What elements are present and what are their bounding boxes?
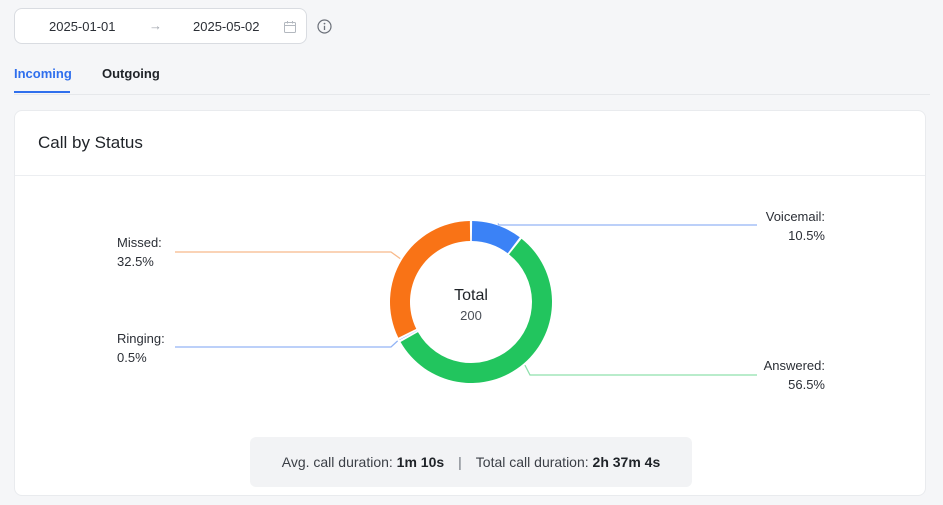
answered-label: Answered: 56.5%: [715, 356, 825, 394]
summary-separator: |: [458, 454, 462, 470]
arrow-right-icon: →: [149, 18, 162, 33]
voicemail-value: 10.5%: [788, 228, 825, 243]
active-tab-indicator: [14, 91, 70, 93]
total-duration-value: 2h 37m 4s: [592, 454, 661, 470]
tab-outgoing[interactable]: Outgoing: [102, 66, 160, 81]
date-range-picker[interactable]: 2025-01-01 → 2025-05-02: [14, 8, 307, 44]
call-duration-summary: Avg. call duration: 1m 10s | Total call …: [250, 437, 692, 487]
direction-tabs: Incoming Outgoing: [14, 62, 930, 95]
ringing-name: Ringing:: [117, 331, 165, 346]
donut-center-title: Total: [454, 287, 488, 304]
avg-duration-value: 1m 10s: [396, 454, 445, 470]
answered-name: Answered:: [763, 358, 825, 373]
leader-line-ringing: [175, 340, 399, 348]
answered-value: 56.5%: [788, 377, 825, 392]
voicemail-label: Voicemail: 10.5%: [715, 207, 825, 245]
slice-voicemail[interactable]: [471, 221, 520, 254]
missed-label: Missed: 32.5%: [117, 233, 162, 271]
end-date-input[interactable]: 2025-05-02: [193, 19, 260, 34]
leader-line-missed: [175, 251, 401, 260]
missed-name: Missed:: [117, 235, 162, 250]
avg-duration-label: Avg. call duration:: [281, 454, 393, 470]
donut-center-total: 200: [460, 308, 482, 323]
start-date-input[interactable]: 2025-01-01: [49, 19, 116, 34]
slice-missed[interactable]: [389, 221, 471, 338]
missed-value: 32.5%: [117, 254, 154, 269]
voicemail-name: Voicemail:: [765, 209, 825, 224]
call-status-card: Call by Status Total 200 Voicemail: 10.5%…: [14, 110, 926, 496]
total-duration-label: Total call duration:: [475, 454, 589, 470]
info-icon[interactable]: [317, 19, 332, 34]
tab-incoming[interactable]: Incoming: [14, 66, 72, 81]
ringing-label: Ringing: 0.5%: [117, 329, 165, 367]
calendar-icon[interactable]: [283, 20, 297, 34]
ringing-value: 0.5%: [117, 350, 147, 365]
